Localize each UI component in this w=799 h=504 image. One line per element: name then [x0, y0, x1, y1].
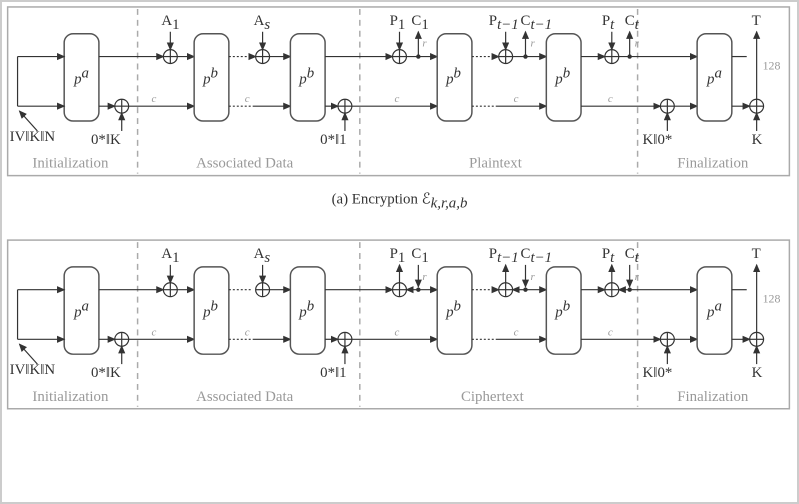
phase-ct: Ciphertext	[461, 389, 525, 405]
xor-ptm1	[499, 50, 513, 64]
A1-label: A1	[161, 13, 179, 33]
ivkn-label: IV‖K‖N	[10, 129, 56, 145]
figure-a: pa IV‖K‖N 0*‖K A1 c pb c As pb 0*‖1 P1 C…	[8, 7, 790, 176]
svg-text:c: c	[395, 326, 400, 338]
svg-text:K: K	[752, 365, 763, 381]
xor-as	[256, 50, 270, 64]
z1-label: 0*‖1	[320, 132, 347, 148]
svg-text:c: c	[608, 93, 613, 105]
svg-text:Finalization: Finalization	[677, 389, 749, 405]
P1-label: P1	[390, 13, 406, 33]
svg-text:Ct−1: Ct−1	[521, 246, 553, 266]
svg-text:r: r	[635, 38, 640, 50]
svg-text:Pt: Pt	[602, 246, 615, 266]
Kz-label: K‖0*	[643, 132, 673, 148]
xor-sep	[338, 99, 352, 113]
Ct-label: Ct	[625, 13, 640, 33]
svg-text:T: T	[752, 246, 761, 262]
xor-init	[115, 99, 129, 113]
svg-text:P1: P1	[390, 246, 406, 266]
caption-a: (a) Encryption ℰk,r,a,b	[332, 191, 468, 211]
xor-a1	[163, 50, 177, 64]
svg-text:c: c	[608, 326, 613, 338]
K-label: K	[752, 132, 763, 148]
svg-text:IV‖K‖N: IV‖K‖N	[10, 362, 56, 378]
phase-fin: Finalization	[677, 156, 749, 172]
svg-text:0*‖K: 0*‖K	[91, 365, 121, 381]
xor-pt	[605, 50, 619, 64]
pa-label: p	[73, 71, 81, 87]
svg-text:A1: A1	[161, 246, 179, 266]
phase-pt: Plaintext	[469, 156, 523, 172]
bits-128: 128	[763, 58, 781, 72]
Ptm1-label: Pt−1	[489, 13, 519, 33]
figure-b: pa IV‖K‖N 0*‖K A1 c pb c As pb 0*‖1 P1 C…	[8, 240, 790, 409]
phase-ad: Associated Data	[196, 156, 293, 172]
C1-label: C1	[411, 13, 428, 33]
Ctm1-label: Ct−1	[521, 13, 553, 33]
svg-text:c: c	[395, 93, 400, 105]
svg-text:r: r	[635, 271, 640, 283]
svg-text:r: r	[422, 271, 427, 283]
svg-text:Ct: Ct	[625, 246, 640, 266]
svg-text:Associated Data: Associated Data	[196, 389, 293, 405]
xor-kpre	[660, 99, 674, 113]
svg-text:c: c	[245, 93, 250, 105]
svg-text:As: As	[254, 246, 271, 266]
diagram-frame: pa IV‖K‖N 0*‖K A1 c pb c As pb 0*‖1 P1 C…	[0, 0, 799, 504]
c-label: c	[151, 93, 156, 105]
svg-text:c: c	[514, 326, 519, 338]
svg-text:C1: C1	[411, 246, 428, 266]
svg-root: pa IV‖K‖N 0*‖K A1 c pb c As pb 0*‖1 P1 C…	[2, 2, 797, 502]
svg-text:0*‖1: 0*‖1	[320, 365, 347, 381]
svg-text:c: c	[151, 326, 156, 338]
r-label: r	[422, 38, 427, 50]
zK-label: 0*‖K	[91, 132, 121, 148]
svg-text:c: c	[514, 93, 519, 105]
svg-text:128: 128	[763, 292, 781, 306]
svg-text:K‖0*: K‖0*	[643, 365, 673, 381]
xor-p1	[393, 50, 407, 64]
As-label: As	[254, 13, 271, 33]
svg-text:c: c	[245, 326, 250, 338]
svg-text:Initialization: Initialization	[32, 389, 109, 405]
xor-kpost	[750, 99, 764, 113]
Pt-label: Pt	[602, 13, 615, 33]
svg-text:r: r	[530, 271, 535, 283]
T-label: T	[752, 13, 761, 29]
svg-text:Pt−1: Pt−1	[489, 246, 519, 266]
svg-text:r: r	[530, 38, 535, 50]
phase-init: Initialization	[32, 156, 109, 172]
